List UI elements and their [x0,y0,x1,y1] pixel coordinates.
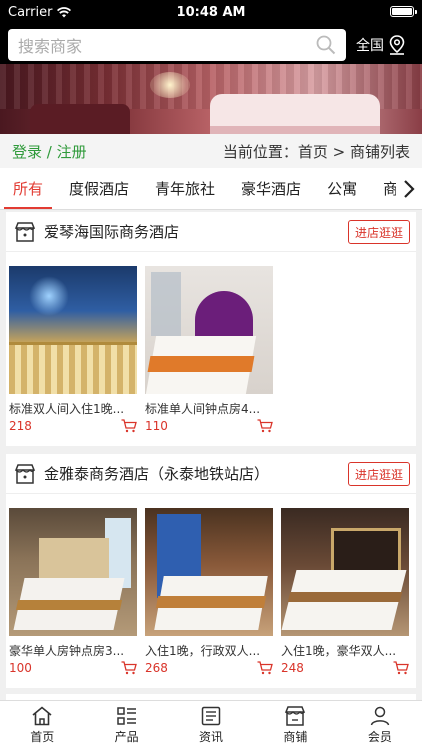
product-price: 218 [9,419,32,433]
product-price: 268 [145,661,168,675]
cart-icon[interactable] [121,419,137,433]
product-title[interactable]: 豪华单人房钟点房3... [9,642,137,659]
chevron-right-icon [404,180,415,198]
home-icon [32,706,52,726]
product-image[interactable] [9,266,137,394]
visit-shop-button[interactable]: 进店逛逛 [348,220,410,244]
shop-card: 爱琴海国际商务酒店 进店逛逛 标准双人间入住1晚... 218 标准单人间钟点房… [6,212,416,446]
product-price: 110 [145,419,168,433]
product-title[interactable]: 标准双人间入住1晚... [9,400,137,417]
tab-luxury-hotel[interactable]: 豪华酒店 [228,168,314,209]
location-bar: 登录 / 注册 当前位置：首页 > 商铺列表 [0,134,422,168]
list-icon [116,707,136,725]
shop-icon [285,706,306,726]
nav-products[interactable]: 产品 [84,701,168,750]
product-price: 248 [281,661,304,675]
breadcrumb: 当前位置：首页 > 商铺列表 [222,142,410,161]
tab-resort-hotel[interactable]: 度假酒店 [56,168,142,209]
product-title[interactable]: 标准单人间钟点房4... [145,400,273,417]
product-item[interactable]: 豪华单人房钟点房3... 100 [9,508,137,675]
location-pin-icon [389,35,405,55]
cart-icon[interactable] [257,419,273,433]
top-bar: Carrier 10:48 AM 搜索商家 全国 [0,0,422,64]
search-placeholder: 搜索商家 [18,37,83,56]
battery-icon [390,6,417,17]
region-selector[interactable]: 全国 [356,35,406,55]
shop-header[interactable]: 金雅泰商务酒店（永泰地铁站店） 进店逛逛 [6,454,416,494]
visit-shop-button[interactable]: 进店逛逛 [348,462,410,486]
nav-news-label: 资讯 [199,730,224,744]
tabs-scroll-right[interactable] [396,168,422,209]
product-item[interactable]: 标准单人间钟点房4... 110 [145,266,273,433]
product-item[interactable]: 标准双人间入住1晚... 218 [9,266,137,433]
nav-home-label: 首页 [30,730,55,744]
news-icon [201,706,221,726]
cart-icon[interactable] [393,661,409,675]
shop-name[interactable]: 爱琴海国际商务酒店 [44,221,179,242]
region-label: 全国 [356,38,384,54]
search-input[interactable]: 搜索商家 [8,29,346,61]
store-icon [14,463,36,484]
nav-shops-label: 商铺 [283,730,308,744]
product-image[interactable] [281,508,409,636]
tab-apartment[interactable]: 公寓 [314,168,370,209]
clock: 10:48 AM [176,4,246,20]
product-image[interactable] [9,508,137,636]
product-image[interactable] [145,508,273,636]
nav-member-label: 会员 [367,730,392,744]
user-icon [370,706,390,726]
nav-home[interactable]: 首页 [0,701,84,750]
product-item[interactable]: 入住1晚，豪华双人... 248 [281,508,409,675]
status-bar: Carrier 10:48 AM [0,0,422,24]
product-title[interactable]: 入住1晚，豪华双人... [281,642,409,659]
tab-youth-hostel[interactable]: 青年旅社 [142,168,228,209]
bottom-nav: 首页 产品 资讯 商铺 会员 [0,700,422,750]
product-price: 100 [9,661,32,675]
store-icon [14,221,36,242]
nav-products-label: 产品 [114,730,139,744]
tab-all[interactable]: 所有 [0,168,56,209]
nav-news[interactable]: 资讯 [169,701,253,750]
cart-icon[interactable] [121,661,137,675]
promo-banner[interactable] [0,64,422,134]
nav-shops[interactable]: 商铺 [253,701,337,750]
search-icon[interactable] [316,35,336,55]
product-item[interactable]: 入住1晚，行政双人... 268 [145,508,273,675]
shop-card: 金雅泰商务酒店（永泰地铁站店） 进店逛逛 豪华单人房钟点房3... 100 入住… [6,454,416,688]
login-register-link[interactable]: 登录 / 注册 [12,141,87,162]
category-tabs: 所有 度假酒店 青年旅社 豪华酒店 公寓 商 [0,168,422,210]
product-title[interactable]: 入住1晚，行政双人... [145,642,273,659]
cart-icon[interactable] [257,661,273,675]
shop-header[interactable]: 爱琴海国际商务酒店 进店逛逛 [6,212,416,252]
nav-member[interactable]: 会员 [338,701,422,750]
product-image[interactable] [145,266,273,394]
shop-name[interactable]: 金雅泰商务酒店（永泰地铁站店） [44,463,269,484]
